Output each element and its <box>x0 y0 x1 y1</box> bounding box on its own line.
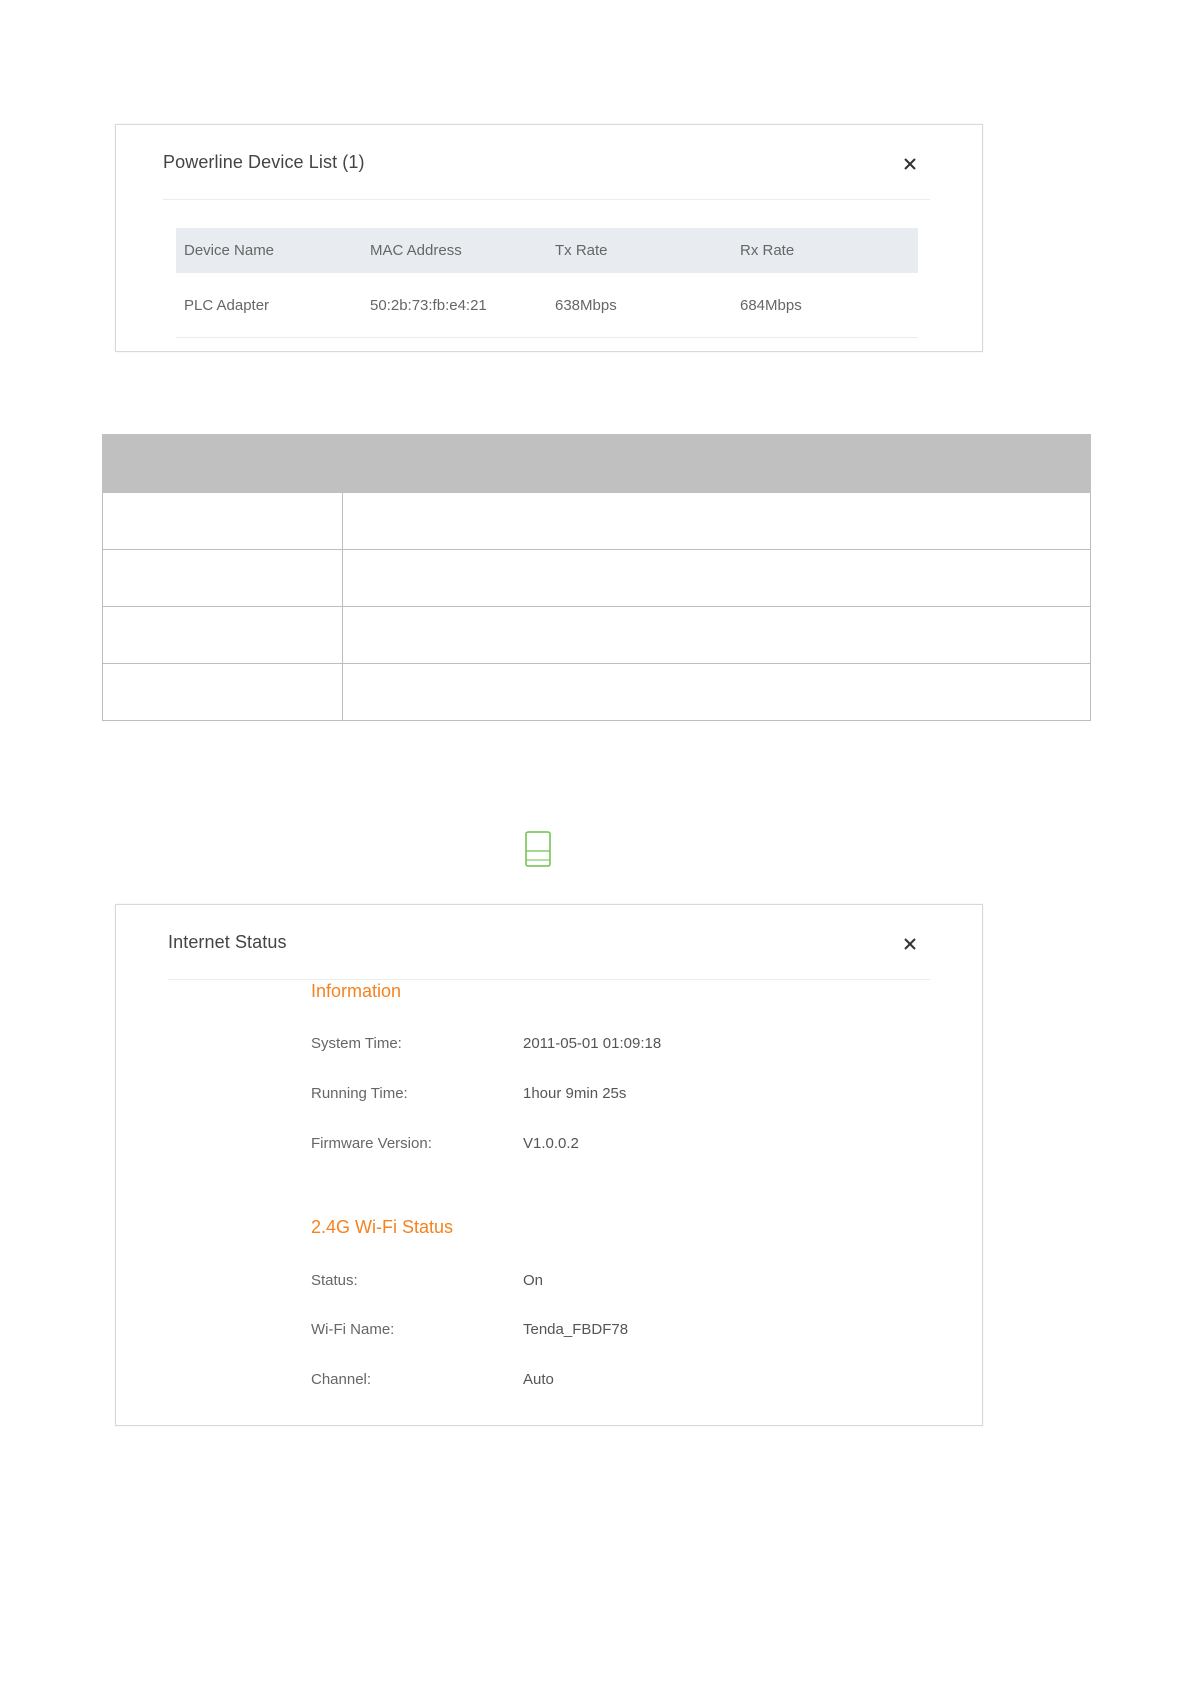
dialog-title: Internet Status <box>168 932 287 952</box>
channel-label: Channel: <box>311 1371 372 1388</box>
grid-cell <box>102 663 343 721</box>
grid-cell <box>102 549 343 607</box>
device-name-cell: PLC Adapter <box>176 273 362 338</box>
mac-address-cell: 50:2b:73:fb:e4:21 <box>362 273 547 338</box>
grid-cell <box>102 606 343 664</box>
column-header-mac-address: MAC Address <box>362 228 547 273</box>
grid-cell <box>102 492 343 550</box>
channel-value: Auto <box>523 1371 554 1388</box>
grid-header-row <box>102 434 1091 493</box>
wifi-status-value: On <box>523 1272 544 1289</box>
dialog-title: Powerline Device List (1) <box>163 152 365 172</box>
empty-grid-table <box>102 434 1091 721</box>
system-time-label: System Time: <box>311 1035 402 1052</box>
wifi-status-label: Status: <box>311 1272 358 1289</box>
system-time-value: 2011-05-01 01:09:18 <box>523 1035 662 1052</box>
device-table: Device Name MAC Address Tx Rate Rx Rate … <box>176 228 918 338</box>
section-title-information: Information <box>311 981 402 1001</box>
grid-header-cell <box>102 434 1091 493</box>
internet-status-dialog: Internet Status Information System Time:… <box>115 904 983 1426</box>
grid-cell <box>342 663 1091 721</box>
table-header-row: Device Name MAC Address Tx Rate Rx Rate <box>176 228 918 273</box>
grid-row <box>102 606 1091 664</box>
close-icon <box>904 158 916 170</box>
wifi-name-label: Wi-Fi Name: <box>311 1321 395 1338</box>
status-scroll-area[interactable]: Information System Time: 2011-05-01 01:0… <box>168 980 928 1426</box>
column-header-device-name: Device Name <box>176 228 362 273</box>
column-header-rx-rate: Rx Rate <box>732 228 918 273</box>
tx-rate-cell: 638Mbps <box>547 273 732 338</box>
grid-row <box>102 663 1091 721</box>
grid-cell <box>342 492 1091 550</box>
grid-row <box>102 492 1091 550</box>
table-row: PLC Adapter 50:2b:73:fb:e4:21 638Mbps 68… <box>176 273 918 338</box>
wifi-name-value: Tenda_FBDF78 <box>523 1321 629 1338</box>
running-time-label: Running Time: <box>311 1085 408 1102</box>
rx-rate-cell: 684Mbps <box>732 273 918 338</box>
grid-cell <box>342 606 1091 664</box>
grid-cell <box>342 549 1091 607</box>
firmware-version-value: V1.0.0.2 <box>523 1135 579 1152</box>
close-icon <box>904 938 916 950</box>
grid-row <box>102 549 1091 607</box>
powerline-device-list-dialog: Powerline Device List (1) Device Name MA… <box>115 124 983 352</box>
section-title-wifi-status: 2.4G Wi-Fi Status <box>311 1217 454 1237</box>
powerline-device-icon <box>525 831 551 867</box>
firmware-version-label: Firmware Version: <box>311 1135 432 1152</box>
column-header-tx-rate: Tx Rate <box>547 228 732 273</box>
close-button[interactable] <box>900 934 920 954</box>
close-button[interactable] <box>900 154 920 174</box>
divider <box>163 199 930 200</box>
running-time-value: 1hour 9min 25s <box>523 1085 627 1102</box>
